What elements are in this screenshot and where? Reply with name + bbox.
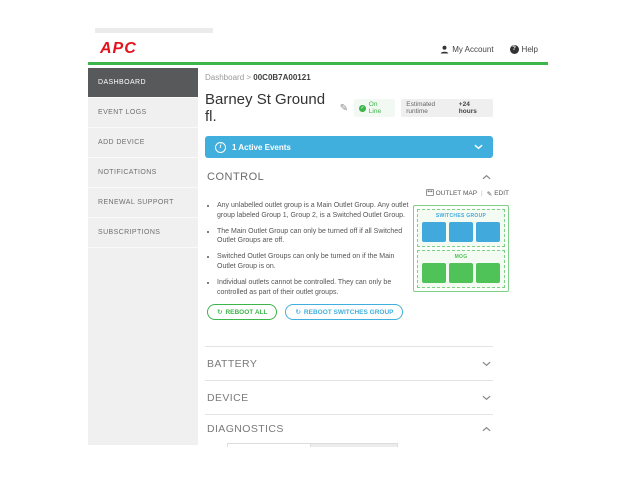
sidebar-item-event-logs[interactable]: EVENT LOGS — [88, 98, 198, 128]
main-content: Dashboard > 00C0B7A00121 Barney St Groun… — [198, 65, 548, 447]
reboot-all-button[interactable]: ↻ REBOOT ALL — [207, 304, 278, 321]
help-icon: ? — [509, 44, 519, 54]
outlet-group-switches: SWITCHES GROUP — [417, 209, 505, 247]
diagnostics-section-header[interactable]: DIAGNOSTICS — [205, 415, 493, 443]
control-note: Switched Outlet Groups can only be turne… — [217, 252, 413, 272]
outlet-map-link[interactable]: OUTLET MAP — [425, 189, 478, 198]
chevron-up-icon — [482, 426, 491, 432]
edit-outlet-map-link[interactable]: ✎ EDIT — [487, 190, 509, 198]
control-note: Individual outlets cannot be controlled.… — [217, 278, 413, 298]
refresh-icon: ↻ — [295, 309, 301, 317]
device-section-header[interactable]: DEVICE — [205, 381, 493, 416]
sidebar-item-subscriptions[interactable]: SUBSCRIPTIONS — [88, 218, 198, 248]
outlet — [422, 222, 446, 242]
tab-audible-alarm[interactable]: AUDIBLE ALARM i — [311, 443, 399, 447]
runtime-badge: Estimated runtime +24 hours — [401, 99, 493, 117]
tab-ups-self-test[interactable]: UPS SELF TEST i — [227, 443, 312, 447]
chevron-down-icon — [482, 395, 491, 401]
chevron-down-icon — [474, 144, 483, 150]
breadcrumb-parent[interactable]: Dashboard — [205, 73, 244, 82]
control-note: Any unlabelled outlet group is a Main Ou… — [217, 201, 413, 221]
edit-title-icon[interactable]: ✎ — [340, 103, 348, 114]
breadcrumb-current: 00C0B7A00121 — [253, 73, 311, 82]
battery-title: BATTERY — [207, 357, 258, 370]
person-icon — [440, 45, 449, 54]
control-title: CONTROL — [207, 171, 265, 183]
active-events-banner[interactable]: i 1 Active Events — [205, 136, 493, 158]
refresh-icon: ↻ — [217, 309, 223, 317]
outlet-group-mog: MOG — [417, 250, 505, 288]
status-badge: ✓ On Line — [354, 99, 396, 117]
runtime-label: Estimated runtime — [406, 101, 436, 115]
edit-icon: ✎ — [486, 190, 493, 198]
edit-label: EDIT — [494, 190, 509, 197]
toolbar-divider: | — [481, 190, 483, 197]
sidebar: DASHBOARD EVENT LOGS ADD DEVICE NOTIFICA… — [88, 68, 198, 445]
my-account-button[interactable]: My Account — [440, 44, 494, 54]
outlet — [449, 222, 473, 242]
outlet-group-name: SWITCHES GROUP — [435, 213, 487, 219]
battery-section-header[interactable]: BATTERY — [205, 347, 493, 382]
page-title: Barney St Ground fl. — [205, 91, 326, 125]
apc-logo: APC — [100, 40, 137, 57]
reboot-all-label: REBOOT ALL — [225, 308, 268, 316]
outlet-map-label: OUTLET MAP — [435, 190, 478, 197]
breadcrumb: Dashboard > 00C0B7A00121 — [205, 73, 493, 82]
outlet-map: SWITCHES GROUP MOG — [413, 205, 509, 292]
active-events-label: 1 Active Events — [232, 142, 291, 152]
diagnostics-tabs: UPS SELF TEST i AUDIBLE ALARM i — [227, 443, 493, 447]
control-notes-list: Any unlabelled outlet group is a Main Ou… — [205, 201, 413, 297]
outlet-group-name: MOG — [454, 254, 468, 260]
info-icon: i — [215, 141, 226, 153]
diagnostics-title: DIAGNOSTICS — [207, 423, 284, 436]
help-button[interactable]: ? Help — [509, 44, 538, 54]
accordion: BATTERY DEVICE DIAGNOSTICS — [205, 346, 493, 447]
sidebar-item-notifications[interactable]: NOTIFICATIONS — [88, 158, 198, 188]
app-window: APC My Account ? Help DASHBOARD EVENT LO… — [88, 36, 548, 447]
sidebar-item-dashboard[interactable]: DASHBOARD — [88, 68, 198, 98]
sidebar-item-renewal-support[interactable]: RENEWAL SUPPORT — [88, 188, 198, 218]
runtime-value: +24 hours — [458, 101, 477, 115]
breadcrumb-separator: > — [246, 73, 252, 82]
online-check-icon: ✓ — [359, 104, 366, 112]
outlet — [449, 263, 473, 283]
window-artifact-strip — [95, 28, 213, 33]
status-label: On Line — [368, 101, 382, 115]
outlet — [476, 263, 500, 283]
my-account-label: My Account — [452, 44, 494, 54]
control-note: The Main Outlet Group can only be turned… — [217, 227, 413, 247]
outlet — [422, 263, 446, 283]
outlet — [476, 222, 500, 242]
device-title: DEVICE — [207, 391, 249, 404]
reboot-switches-label: REBOOT SWITCHES GROUP — [303, 308, 394, 316]
chevron-down-icon — [482, 361, 491, 367]
control-section-header[interactable]: CONTROL — [205, 158, 493, 187]
reboot-switches-group-button[interactable]: ↻ REBOOT SWITCHES GROUP — [285, 304, 404, 321]
control-body: Any unlabelled outlet group is a Main Ou… — [205, 187, 509, 321]
chevron-up-icon — [482, 174, 491, 180]
top-bar: APC My Account ? Help — [88, 36, 548, 65]
help-label: Help — [521, 44, 538, 54]
sidebar-item-add-device[interactable]: ADD DEVICE — [88, 128, 198, 158]
outlet-map-icon — [425, 189, 434, 198]
